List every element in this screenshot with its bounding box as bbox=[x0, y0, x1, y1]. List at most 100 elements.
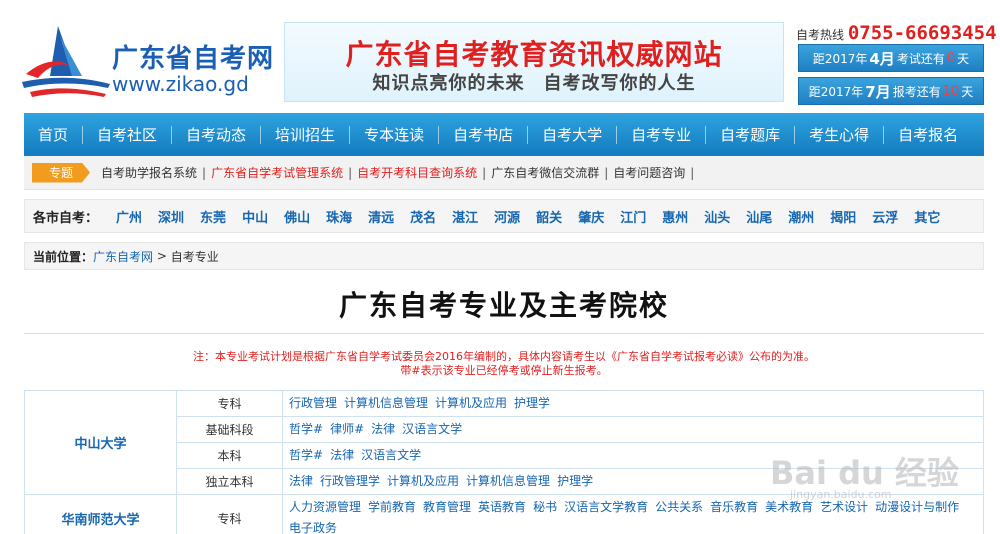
majors-cell: 哲学# 律师# 法律 汉语言文学 bbox=[282, 416, 984, 443]
major-link[interactable]: 英语教育 bbox=[478, 500, 526, 514]
breadcrumb-separator: > bbox=[153, 249, 171, 263]
major-link[interactable]: 哲学# bbox=[289, 448, 323, 462]
register-countdown-prefix: 距2017年 bbox=[808, 84, 864, 99]
city-link[interactable]: 中山 bbox=[234, 207, 276, 226]
city-link[interactable]: 河源 bbox=[486, 207, 528, 226]
city-link[interactable]: 惠州 bbox=[654, 207, 696, 226]
hotline-number: 0755-66693454 bbox=[847, 22, 997, 44]
nav-item[interactable]: 自考书店 bbox=[439, 125, 527, 145]
majors-cell: 人力资源管理 学前教育 教育管理 英语教育 秘书 汉语言文学教育 公共关系 音乐教育 美术教育艺… bbox=[282, 494, 984, 534]
special-link[interactable]: 广东自考微信交流群 bbox=[486, 164, 604, 181]
city-link[interactable]: 珠海 bbox=[318, 207, 360, 226]
nav-item[interactable]: 自考专业 bbox=[617, 125, 705, 145]
city-link[interactable]: 汕尾 bbox=[738, 207, 780, 226]
major-link[interactable]: 电子政务 bbox=[289, 521, 337, 534]
major-link[interactable]: 秘书 bbox=[533, 500, 557, 514]
nav-item[interactable]: 首页 bbox=[24, 125, 82, 145]
major-link[interactable]: 护理学 bbox=[514, 396, 550, 410]
nav-item[interactable]: 自考大学 bbox=[528, 125, 616, 145]
banner-subtitle: 知识点亮你的未来 自考改写你的人生 bbox=[372, 73, 696, 94]
major-link[interactable]: 计算机信息管理 bbox=[344, 396, 428, 410]
major-link[interactable]: 计算机信息管理 bbox=[466, 474, 550, 488]
city-link[interactable]: 湛江 bbox=[444, 207, 486, 226]
major-link[interactable]: 计算机及应用 bbox=[387, 474, 459, 488]
register-countdown-days: 10 bbox=[942, 83, 960, 99]
city-link[interactable]: 潮州 bbox=[780, 207, 822, 226]
banner-title: 广东省自考教育资讯权威网站 bbox=[345, 38, 723, 71]
page-title: 广东自考专业及主考院校 bbox=[338, 289, 669, 322]
major-link[interactable]: 行政管理 bbox=[289, 396, 337, 410]
city-link[interactable]: 清远 bbox=[360, 207, 402, 226]
logo-sail-icon bbox=[22, 26, 110, 97]
city-link[interactable]: 云浮 bbox=[864, 207, 906, 226]
city-link[interactable]: 揭阳 bbox=[822, 207, 864, 226]
city-link[interactable]: 江门 bbox=[612, 207, 654, 226]
city-bar-label: 各市自考： bbox=[33, 210, 99, 226]
city-link[interactable]: 茂名 bbox=[402, 207, 444, 226]
nav-item[interactable]: 专本连读 bbox=[350, 125, 438, 145]
city-link[interactable]: 肇庆 bbox=[570, 207, 612, 226]
major-link[interactable]: 汉语言文学教育 bbox=[564, 500, 648, 514]
city-link[interactable]: 其它 bbox=[906, 207, 948, 226]
school-name[interactable]: 华南师范大学 bbox=[24, 494, 177, 534]
special-link[interactable]: 自考开考科目查询系统 bbox=[352, 164, 482, 181]
nav-item[interactable]: 自考社区 bbox=[83, 125, 171, 145]
special-link[interactable]: 自考问题咨询 bbox=[608, 164, 690, 181]
nav-item[interactable]: 自考动态 bbox=[172, 125, 260, 145]
exam-countdown-month: 4月 bbox=[869, 49, 895, 68]
major-link[interactable]: 哲学# bbox=[289, 422, 323, 436]
special-link[interactable]: 自考助学报名系统 bbox=[96, 164, 202, 181]
major-link[interactable]: 行政管理学 bbox=[320, 474, 380, 488]
major-link[interactable]: 学前教育 bbox=[368, 500, 416, 514]
site-header: 广东省自考网 www.zikao.gd 广东省自考教育资讯权威网站 知识点亮你的… bbox=[0, 0, 1000, 112]
breadcrumb-home-link[interactable]: 广东自考网 bbox=[93, 248, 153, 265]
city-link[interactable]: 韶关 bbox=[528, 207, 570, 226]
major-link[interactable]: 法律 bbox=[330, 448, 354, 462]
school-name[interactable]: 中山大学 bbox=[24, 390, 177, 495]
major-link[interactable]: 美术教育 bbox=[765, 500, 813, 514]
register-countdown-suffix: 天 bbox=[961, 84, 974, 99]
nav-item[interactable]: 考生心得 bbox=[795, 125, 883, 145]
majors-cell: 行政管理 计算机信息管理 计算机及应用 护理学 bbox=[282, 390, 984, 417]
title-divider bbox=[24, 333, 984, 334]
logo-text-zh: 广东省自考网 bbox=[112, 44, 275, 74]
header-banner: 广东省自考教育资讯权威网站 知识点亮你的未来 自考改写你的人生 bbox=[284, 22, 784, 102]
city-link[interactable]: 佛山 bbox=[276, 207, 318, 226]
special-tag: 专题 bbox=[32, 162, 90, 183]
city-list: 广州 深圳 东莞 中山 佛山 珠海 清远 茂名 湛江 河源 韶关 肇庆 江门 惠州 汕头 汕尾 潮州 揭阳 云浮 其它 bbox=[108, 207, 948, 226]
major-link[interactable]: 护理学 bbox=[557, 474, 593, 488]
major-link[interactable]: 教育管理 bbox=[423, 500, 471, 514]
major-link[interactable]: 音乐教育 bbox=[710, 500, 758, 514]
level-cell: 本科 bbox=[176, 442, 283, 469]
special-link[interactable]: 广东省自学考试管理系统 bbox=[206, 164, 348, 181]
major-link[interactable]: 法律 bbox=[371, 422, 395, 436]
city-link[interactable]: 汕头 bbox=[696, 207, 738, 226]
major-link[interactable]: 计算机及应用 bbox=[435, 396, 507, 410]
city-link[interactable]: 深圳 bbox=[150, 207, 192, 226]
major-link[interactable]: 法律 bbox=[289, 474, 313, 488]
major-link[interactable]: 公共关系 bbox=[655, 500, 703, 514]
logo-text-url: www.zikao.gd bbox=[112, 72, 249, 96]
major-link[interactable]: 艺术设计 bbox=[820, 500, 868, 514]
major-link[interactable]: 汉语言文学 bbox=[402, 422, 462, 436]
hotline: 自考热线 0755-66693454 bbox=[796, 22, 997, 44]
major-link[interactable]: 律师# bbox=[330, 422, 364, 436]
city-link[interactable]: 东莞 bbox=[192, 207, 234, 226]
city-link[interactable]: 广州 bbox=[108, 207, 150, 226]
breadcrumb: 当前位置： 广东自考网 > 自考专业 bbox=[24, 242, 984, 270]
exam-countdown-suffix: 天 bbox=[957, 51, 970, 66]
major-link[interactable]: 人力资源管理 bbox=[289, 500, 361, 514]
nav-item[interactable]: 培训招生 bbox=[261, 125, 349, 145]
major-link[interactable]: 汉语言文学 bbox=[361, 448, 421, 462]
table-row: 中山大学 专科 行政管理 计算机信息管理 计算机及应用 护理学 bbox=[24, 390, 984, 495]
main-nav: 首页 自考社区 自考动态 培训招生 专本连读 自考书店 自考大学 自考专业 自考题库 考生心得 自考… bbox=[24, 113, 984, 156]
nav-item[interactable]: 自考报名 bbox=[884, 125, 972, 145]
level-cell: 专科 bbox=[176, 390, 283, 417]
major-link[interactable]: 动漫设计与制作 bbox=[875, 500, 959, 514]
register-countdown-middle: 报考还有 bbox=[892, 84, 941, 99]
breadcrumb-label: 当前位置： bbox=[33, 249, 94, 264]
level-cell: 专科 bbox=[176, 494, 283, 534]
exam-countdown-prefix: 距2017年 bbox=[812, 51, 868, 66]
exam-countdown-middle: 考试还有 bbox=[896, 51, 945, 66]
nav-item[interactable]: 自考题库 bbox=[706, 125, 794, 145]
